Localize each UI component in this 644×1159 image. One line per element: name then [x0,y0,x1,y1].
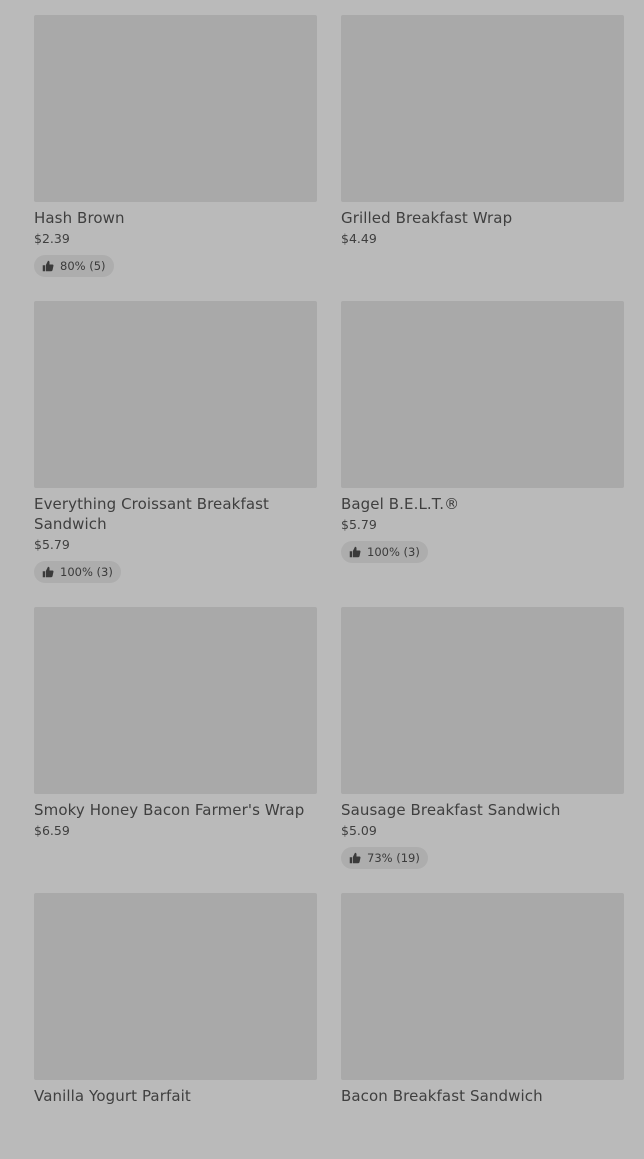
item-name[interactable]: Grilled Breakfast Wrap [341,208,624,228]
item-price: $4.49 [341,231,377,246]
menu-item-card[interactable]: Hash Brown $2.39 80% (5) [34,15,317,301]
menu-item-card[interactable]: Sausage Breakfast Sandwich $5.09 73% (19… [341,607,624,873]
menu-item-card[interactable]: Everything Croissant Breakfast Sandwich … [34,301,317,587]
item-price: $5.09 [341,823,377,838]
item-image[interactable] [34,607,317,794]
item-price: $2.39 [34,231,70,246]
menu-item-card[interactable]: Vanilla Yogurt Parfait [34,893,317,1159]
thumbs-up-icon [42,566,54,578]
item-image[interactable] [34,15,317,202]
item-image[interactable] [34,301,317,488]
item-price: $5.79 [341,517,377,532]
item-image[interactable] [341,301,624,488]
rating-badge: 73% (19) [341,847,428,869]
rating-text: 80% (5) [60,259,106,273]
rating-text: 100% (3) [367,545,420,559]
item-name[interactable]: Everything Croissant Breakfast Sandwich [34,494,317,534]
item-image[interactable] [341,15,624,202]
menu-item-card[interactable]: Bacon Breakfast Sandwich [341,893,624,1159]
rating-text: 73% (19) [367,851,420,865]
rating-badge: 100% (3) [34,561,121,583]
rating-badge: 80% (5) [34,255,114,277]
rating-text: 100% (3) [60,565,113,579]
item-image[interactable] [341,893,624,1080]
menu-grid: Hash Brown $2.39 80% (5) Grilled Breakfa… [34,15,624,1159]
thumbs-up-icon [349,852,361,864]
item-image[interactable] [341,607,624,794]
menu-item-card[interactable]: Grilled Breakfast Wrap $4.49 [341,15,624,301]
menu-item-card[interactable]: Bagel B.E.L.T.® $5.79 100% (3) [341,301,624,587]
menu-item-card[interactable]: Smoky Honey Bacon Farmer's Wrap $6.59 [34,607,317,873]
item-price: $5.79 [34,537,70,552]
item-name[interactable]: Smoky Honey Bacon Farmer's Wrap [34,800,317,820]
item-name[interactable]: Bagel B.E.L.T.® [341,494,624,514]
item-name[interactable]: Hash Brown [34,208,317,228]
item-name[interactable]: Vanilla Yogurt Parfait [34,1086,317,1106]
rating-badge: 100% (3) [341,541,428,563]
item-name[interactable]: Bacon Breakfast Sandwich [341,1086,624,1106]
item-name[interactable]: Sausage Breakfast Sandwich [341,800,624,820]
thumbs-up-icon [349,546,361,558]
item-price: $6.59 [34,823,70,838]
item-image[interactable] [34,893,317,1080]
thumbs-up-icon [42,260,54,272]
